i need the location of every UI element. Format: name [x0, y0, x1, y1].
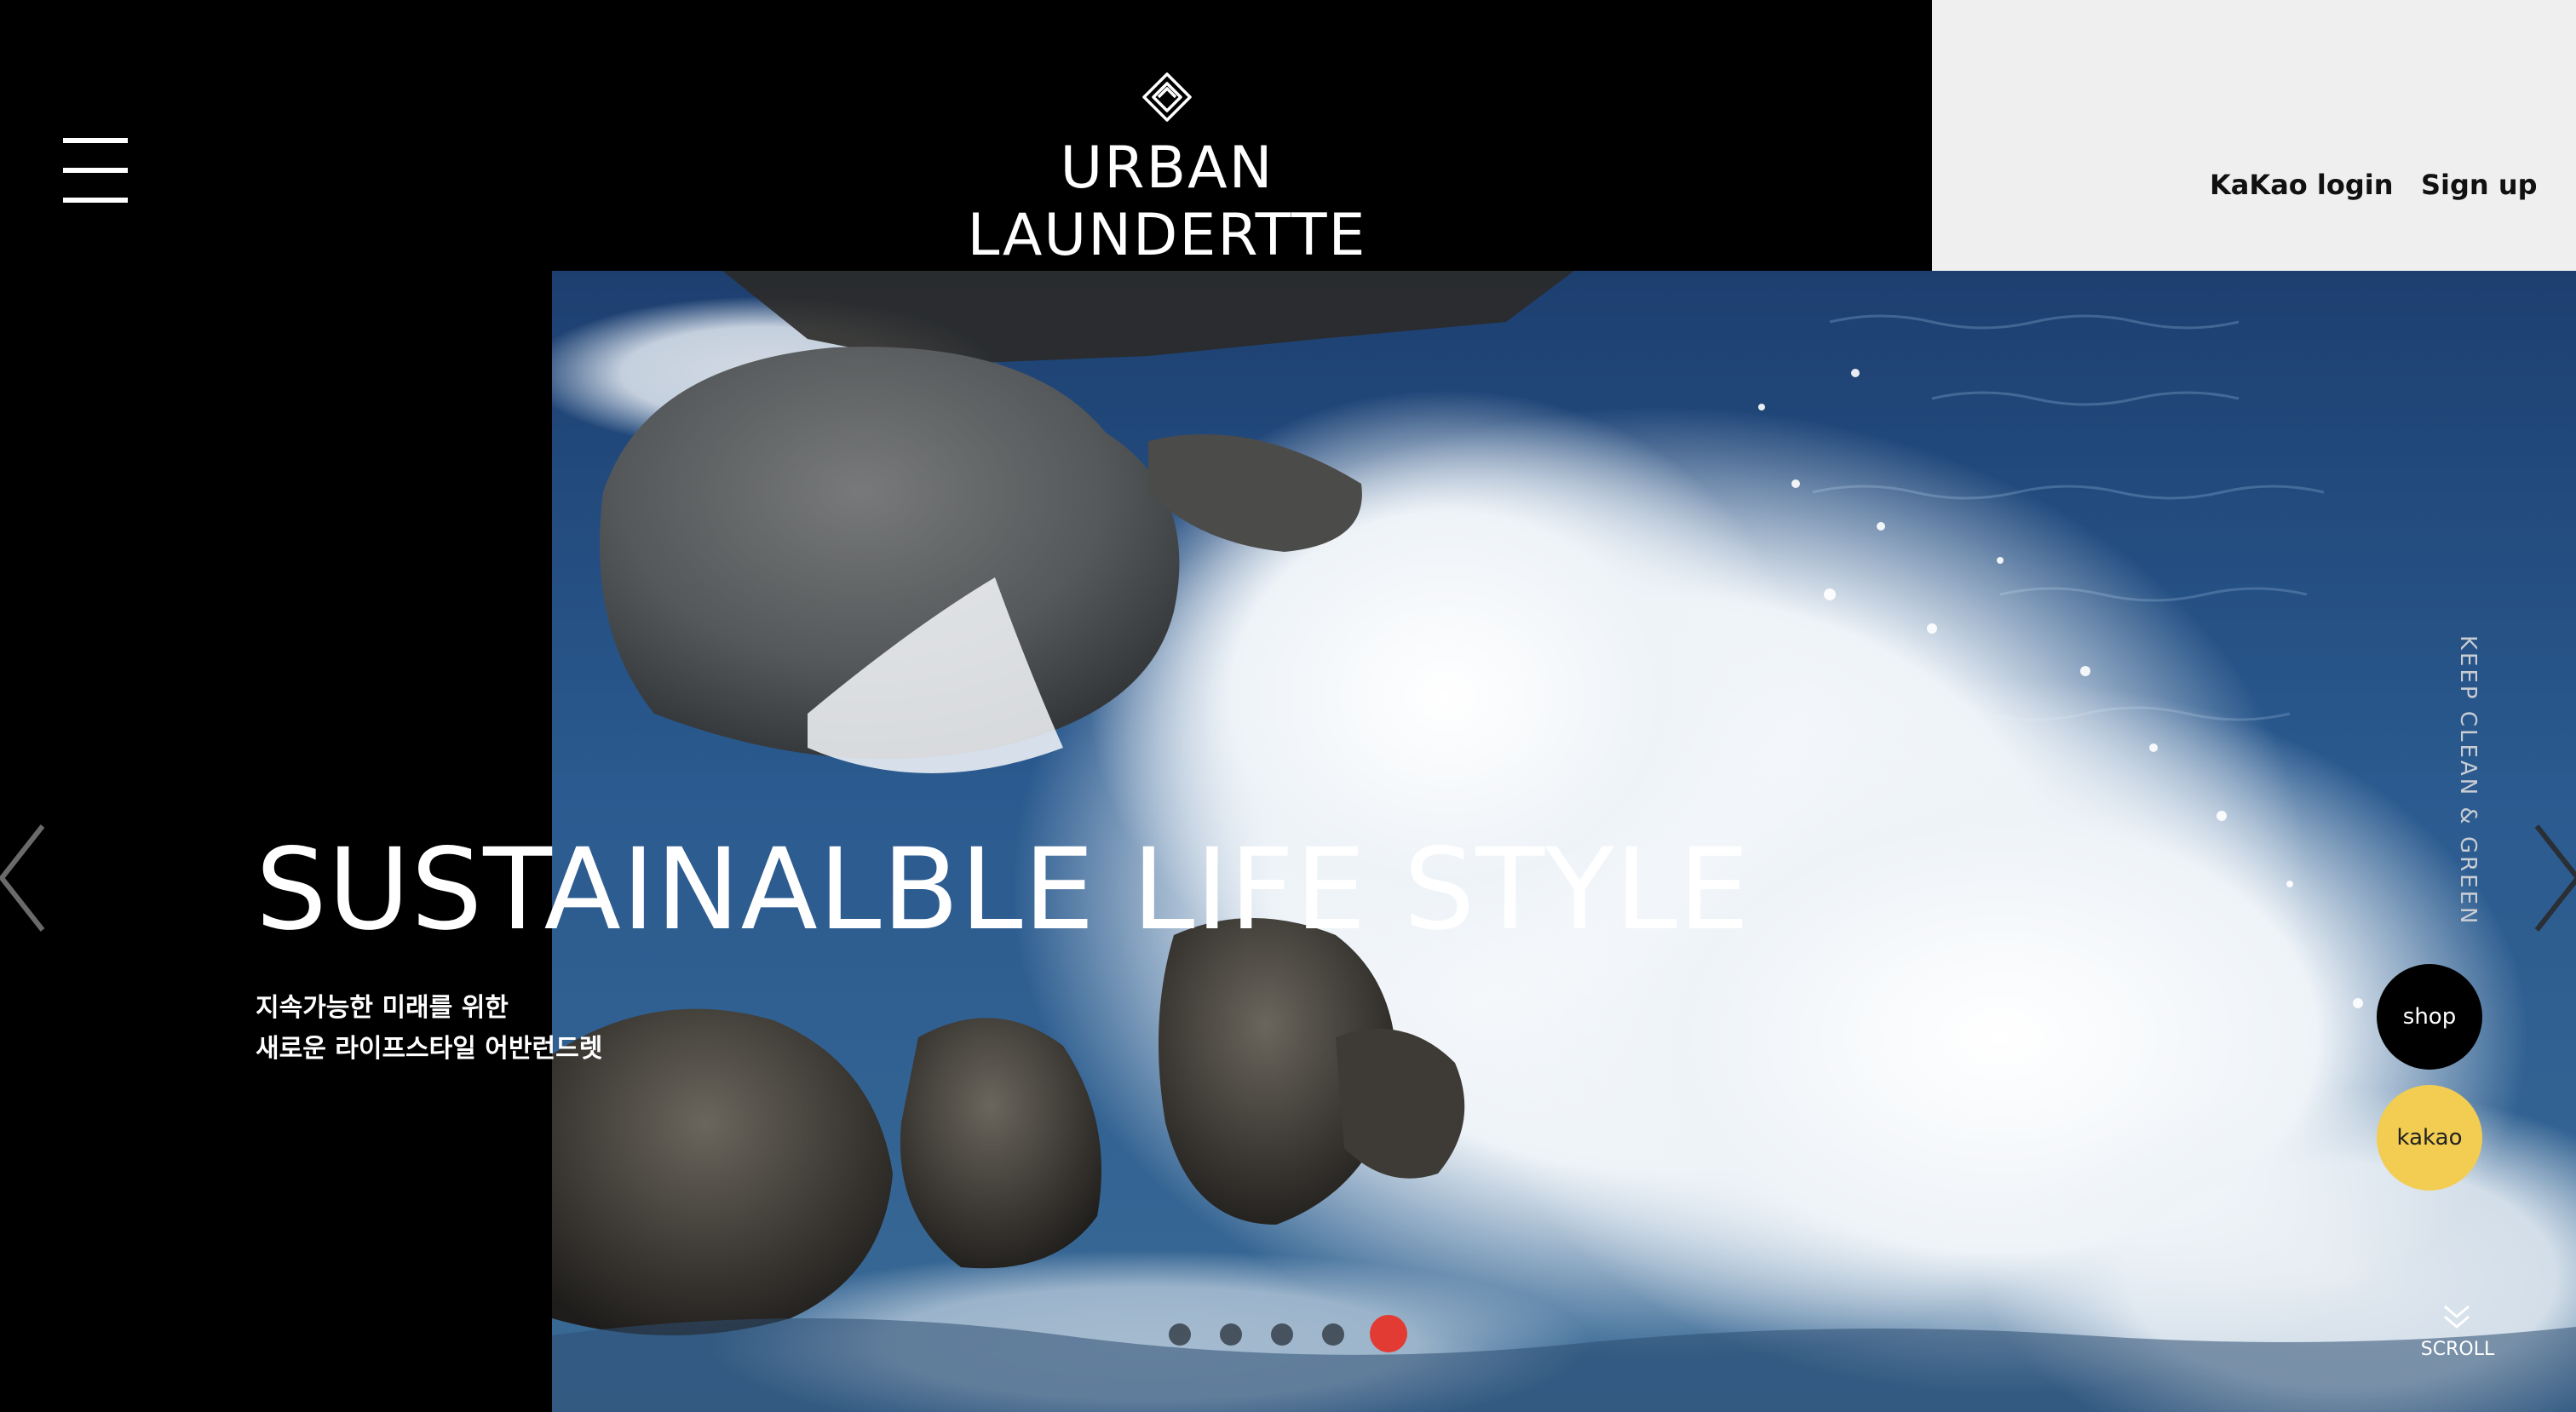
chevron-down-icon	[2444, 1305, 2470, 1329]
scroll-indicator[interactable]: SCROLL	[2419, 1303, 2496, 1363]
diamond-logo-icon	[1142, 72, 1192, 122]
next-slide-arrow-icon[interactable]	[2532, 823, 2576, 933]
scroll-label: SCROLL	[2420, 1339, 2495, 1360]
hero-subtitle-line2: 새로운 라이프스타일 어반런드렛	[256, 1034, 603, 1064]
brand-logo-text[interactable]: URBAN LAUNDERTTE	[886, 135, 1448, 269]
header-light-panel	[1932, 0, 2576, 271]
shop-button[interactable]: shop	[2377, 964, 2482, 1070]
hero-title: SUSTAINALBLE LIFE STYLE	[256, 824, 1751, 956]
vertical-tagline: KEEP CLEAN & GREEN	[2455, 635, 2481, 927]
sign-up-link[interactable]: Sign up	[2421, 169, 2538, 201]
slide-pagination	[1169, 1315, 1424, 1352]
slide-dot-3[interactable]	[1271, 1323, 1293, 1346]
hero-subtitle-line1: 지속가능한 미래를 위한	[256, 993, 509, 1023]
page-root: URBAN LAUNDERTTE KaKao login Sign up SUS…	[0, 0, 2576, 1412]
slide-dot-4[interactable]	[1322, 1323, 1344, 1346]
prev-slide-arrow-icon[interactable]	[0, 823, 48, 933]
slide-dot-active[interactable]	[1370, 1315, 1407, 1352]
kakao-login-link[interactable]: KaKao login	[2210, 169, 2394, 201]
kakao-button[interactable]: kakao	[2377, 1085, 2482, 1191]
hamburger-menu-icon[interactable]	[63, 138, 128, 203]
slide-dot-2[interactable]	[1220, 1323, 1242, 1346]
slide-dot-1[interactable]	[1169, 1323, 1191, 1346]
